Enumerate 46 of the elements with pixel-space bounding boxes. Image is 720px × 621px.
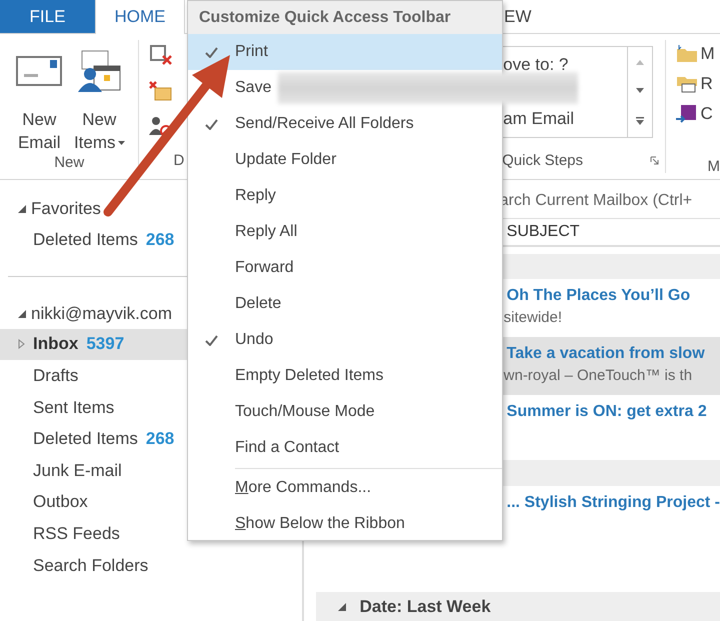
cleanup-icon [149, 44, 174, 66]
more-icon [636, 116, 644, 126]
menu-item[interactable]: Touch/Mouse Mode [188, 394, 502, 430]
menu-item[interactable]: Reply [188, 178, 502, 214]
contact-calendar-icon [76, 50, 122, 94]
menu-item[interactable]: Forward [188, 250, 502, 286]
ribbon-button[interactable]: M [676, 44, 720, 64]
notebook-icon [676, 105, 698, 123]
check-icon [205, 334, 218, 346]
junk-mail-icon [149, 80, 174, 102]
scroll-up-icon [636, 58, 644, 64]
dialog-launcher-icon[interactable] [650, 156, 658, 165]
account-header[interactable]: nikki@mayvik.com [31, 304, 172, 324]
menu-item[interactable]: More Commands... [188, 470, 502, 506]
group-label: New [54, 154, 84, 171]
ribbon-tab[interactable]: HOME [95, 0, 185, 34]
ribbon-button[interactable]: C [676, 104, 720, 124]
quick-step[interactable]: ove to: ? [503, 55, 626, 75]
check-icon [205, 118, 218, 130]
menu-title: Customize Quick Access Toolbar [188, 1, 502, 34]
ribbon-button[interactable]: New Email [10, 50, 68, 154]
ribbon-button[interactable]: New Items [70, 50, 128, 154]
menu-item[interactable]: Update Folder [188, 142, 502, 178]
group-header[interactable]: Date: Last Week [316, 592, 720, 621]
folder-envelope-icon [676, 75, 698, 93]
collapse-icon[interactable] [18, 205, 26, 213]
group-label: M [708, 158, 720, 175]
folder-item[interactable]: Search Folders [0, 550, 302, 582]
collapse-icon[interactable] [18, 310, 26, 318]
folder-section-header[interactable]: Favorites [31, 199, 101, 219]
ribbon-tab[interactable]: FILE [0, 0, 95, 33]
group-label: Quick Steps [502, 152, 584, 169]
menu-item[interactable]: Show Below the Ribbon [188, 506, 502, 542]
folder-icon [676, 45, 698, 63]
group-label: D [173, 152, 184, 169]
menu-item[interactable]: Print [188, 34, 502, 70]
ribbon-button[interactable]: R [676, 74, 720, 94]
quick-step[interactable]: am Email [503, 109, 626, 129]
menu-item[interactable]: Delete [188, 286, 502, 322]
scroll-down-icon [636, 88, 644, 94]
menu-item[interactable]: Send/Receive All Folders [188, 106, 502, 142]
menu-item[interactable]: Find a Contact [188, 430, 502, 466]
expand-icon [18, 339, 25, 350]
column-header[interactable]: SUBJECT [506, 222, 580, 241]
check-icon [205, 46, 218, 58]
menu-item[interactable]: Reply All [188, 214, 502, 250]
